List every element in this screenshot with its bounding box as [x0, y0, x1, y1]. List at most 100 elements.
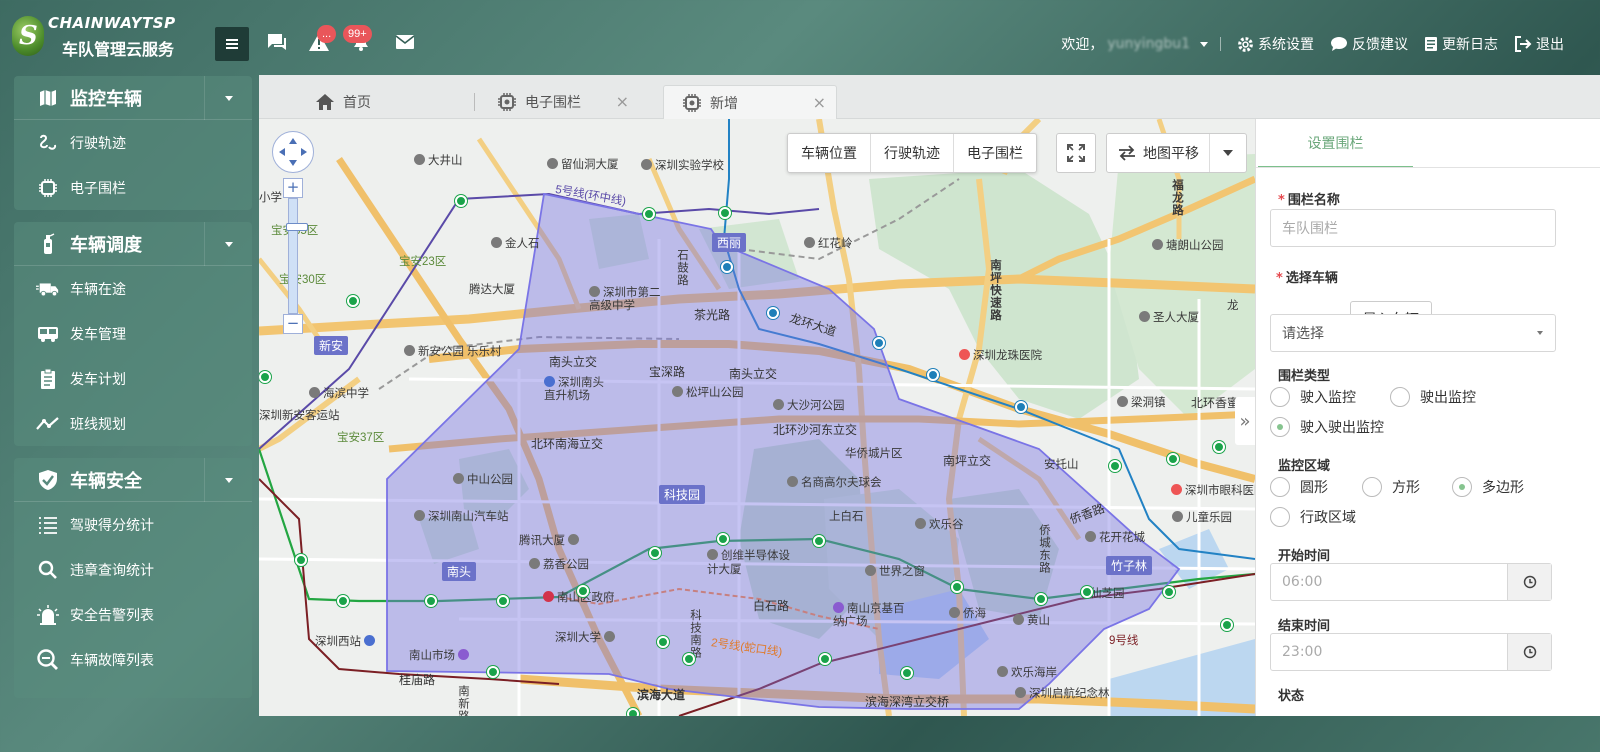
sidebar-group-header-monitor[interactable]: 监控车辆: [14, 76, 252, 120]
radio-enter-monitor[interactable]: 驶入监控: [1270, 387, 1356, 407]
metro-label: 9号线: [1109, 635, 1139, 647]
metro-station-icon: [643, 208, 655, 220]
road-label: 北环南海立交: [531, 437, 604, 451]
sidebar-item-departure[interactable]: 发车管理: [14, 311, 252, 356]
tab-home[interactable]: 首页: [297, 85, 477, 119]
zoom-slider[interactable]: [286, 198, 308, 314]
chevron-down-icon[interactable]: [204, 222, 252, 266]
end-time-value: 23:00: [1282, 644, 1323, 660]
zoom-out-button[interactable]: −: [283, 314, 303, 334]
map-base-layer: [259, 119, 1255, 716]
tab-fence[interactable]: 电子围栏 ×: [479, 85, 639, 119]
metro-station-icon: [425, 595, 437, 607]
tab-new[interactable]: 新增 ×: [663, 85, 837, 119]
map-label: 深圳龙珠医院: [973, 350, 1042, 362]
map-label: 龙: [1227, 300, 1239, 312]
map-label: 宝安37区: [337, 432, 385, 444]
start-time-input[interactable]: 06:00: [1270, 563, 1552, 601]
pan-dropdown-toggle[interactable]: [1210, 134, 1246, 172]
system-settings-link[interactable]: 系统设置: [1237, 34, 1314, 54]
clock-icon[interactable]: [1507, 634, 1551, 670]
radio-admin-area[interactable]: 行政区域: [1270, 507, 1356, 527]
fullscreen-button[interactable]: [1056, 133, 1096, 173]
end-time-input[interactable]: 23:00: [1270, 633, 1552, 671]
changelog-link[interactable]: 更新日志: [1424, 34, 1498, 54]
map-label: 黄山: [1027, 615, 1050, 627]
sidebar-item-label: 安全告警列表: [70, 607, 154, 624]
metro-station-icon: [719, 207, 731, 219]
sidebar-item-in-transit[interactable]: 车辆在途: [14, 266, 252, 311]
sidebar-item-route-plan[interactable]: 班线规划: [14, 401, 252, 446]
chevron-down-icon: [1537, 331, 1543, 335]
zoom-in-button[interactable]: +: [283, 178, 303, 198]
mail-icon[interactable]: [389, 26, 421, 58]
track-button[interactable]: 行驶轨迹: [871, 134, 954, 172]
bus-icon: [36, 322, 60, 346]
close-icon[interactable]: ×: [813, 95, 826, 111]
sidebar-item-driving-score[interactable]: 驾驶得分统计: [14, 502, 252, 547]
user-menu[interactable]: 欢迎， yunyingbu1: [1061, 34, 1208, 54]
district-label: 科技园: [659, 485, 706, 504]
radio-enter-exit-monitor[interactable]: 驶入驶出监控: [1270, 417, 1384, 437]
map-label: 海滨中学: [323, 388, 369, 400]
close-icon[interactable]: ×: [616, 94, 629, 110]
map-label: 欢乐谷: [929, 519, 964, 531]
map-label: 深圳新安客运站: [259, 410, 340, 422]
logo-mark-icon: [12, 16, 44, 56]
chat-icon[interactable]: [261, 26, 293, 58]
road-label: 南坪快速路: [989, 259, 1001, 322]
metro-station-icon: [901, 667, 913, 679]
radio-circle-area[interactable]: 圆形: [1270, 477, 1328, 497]
sidebar-item-fence[interactable]: 电子围栏: [14, 165, 252, 210]
road-label: 桂庙路: [399, 673, 436, 687]
fence-name-label: * 围栏名称: [1278, 193, 1340, 208]
menu-toggle-button[interactable]: [215, 27, 249, 61]
fence-button[interactable]: 电子围栏: [954, 134, 1036, 172]
sidebar-item-fault[interactable]: 车辆故障列表: [14, 637, 252, 682]
road-label: 南坪立交: [943, 454, 992, 468]
app-logo[interactable]: CHAINWAYTSP 车队管理云服务: [12, 14, 202, 64]
feedback-link[interactable]: 反馈建议: [1330, 34, 1408, 54]
changelog-label: 更新日志: [1442, 37, 1498, 53]
pan-mode-button[interactable]: 地图平移: [1107, 134, 1210, 172]
feedback-label: 反馈建议: [1352, 37, 1408, 53]
district-label: 西丽: [712, 233, 747, 252]
radio-exit-monitor[interactable]: 驶出监控: [1390, 387, 1476, 407]
tab-set-fence[interactable]: 设置围栏: [1258, 119, 1413, 168]
metro-station-icon: [627, 708, 639, 716]
map-label: 华侨城片区: [845, 448, 903, 460]
map-pan-control[interactable]: [272, 131, 314, 173]
status-label: 状态: [1278, 689, 1305, 704]
metro-station-icon: [1213, 441, 1225, 453]
sidebar-item-violation[interactable]: 违章查询统计: [14, 547, 252, 592]
sidebar-item-alarm[interactable]: 安全告警列表: [14, 592, 252, 637]
logout-label: 退出: [1536, 37, 1564, 53]
warning-badge: ...: [317, 25, 337, 43]
map-label: 安托山: [1044, 459, 1079, 471]
road-label: 茶光路: [694, 308, 731, 322]
vehicle-position-button[interactable]: 车辆位置: [788, 134, 871, 172]
chevron-down-icon[interactable]: [204, 458, 252, 502]
chevron-down-icon[interactable]: [204, 76, 252, 120]
fence-name-input[interactable]: 车队围栏: [1270, 209, 1556, 247]
logout-link[interactable]: 退出: [1514, 34, 1564, 54]
sidebar-item-label: 发车计划: [70, 371, 126, 388]
road-label: 福龙路: [1171, 179, 1183, 217]
radio-square-area[interactable]: 方形: [1362, 477, 1420, 497]
map-label: 侨海: [963, 608, 986, 620]
clock-icon[interactable]: [1507, 564, 1551, 600]
settings-label: 系统设置: [1258, 37, 1314, 53]
sidebar-group-dispatch: 车辆调度 车辆在途 发车管理 发车计划 班线规划: [14, 222, 252, 446]
zoom-slider-thumb[interactable]: [286, 223, 308, 231]
road-label: 侨城东路: [1038, 524, 1050, 574]
sidebar-item-plan[interactable]: 发车计划: [14, 356, 252, 401]
sidebar-group-header-safety[interactable]: 车辆安全: [14, 458, 252, 502]
vehicle-select[interactable]: 请选择: [1270, 314, 1556, 352]
panel-collapse-button[interactable]: »: [1235, 397, 1255, 445]
sidebar-group-header-dispatch[interactable]: 车辆调度: [14, 222, 252, 266]
map-canvas[interactable]: 大井山 留仙洞大厦 深圳实验学校 小学 宝安35区 宝安23区 宝安30区 金人…: [259, 119, 1255, 716]
map-label: 梁洞镇: [1131, 397, 1166, 409]
sidebar-item-track[interactable]: 行驶轨迹: [14, 120, 252, 165]
chevron-down-icon: [1200, 41, 1208, 47]
radio-polygon-area[interactable]: 多边形: [1452, 477, 1524, 497]
